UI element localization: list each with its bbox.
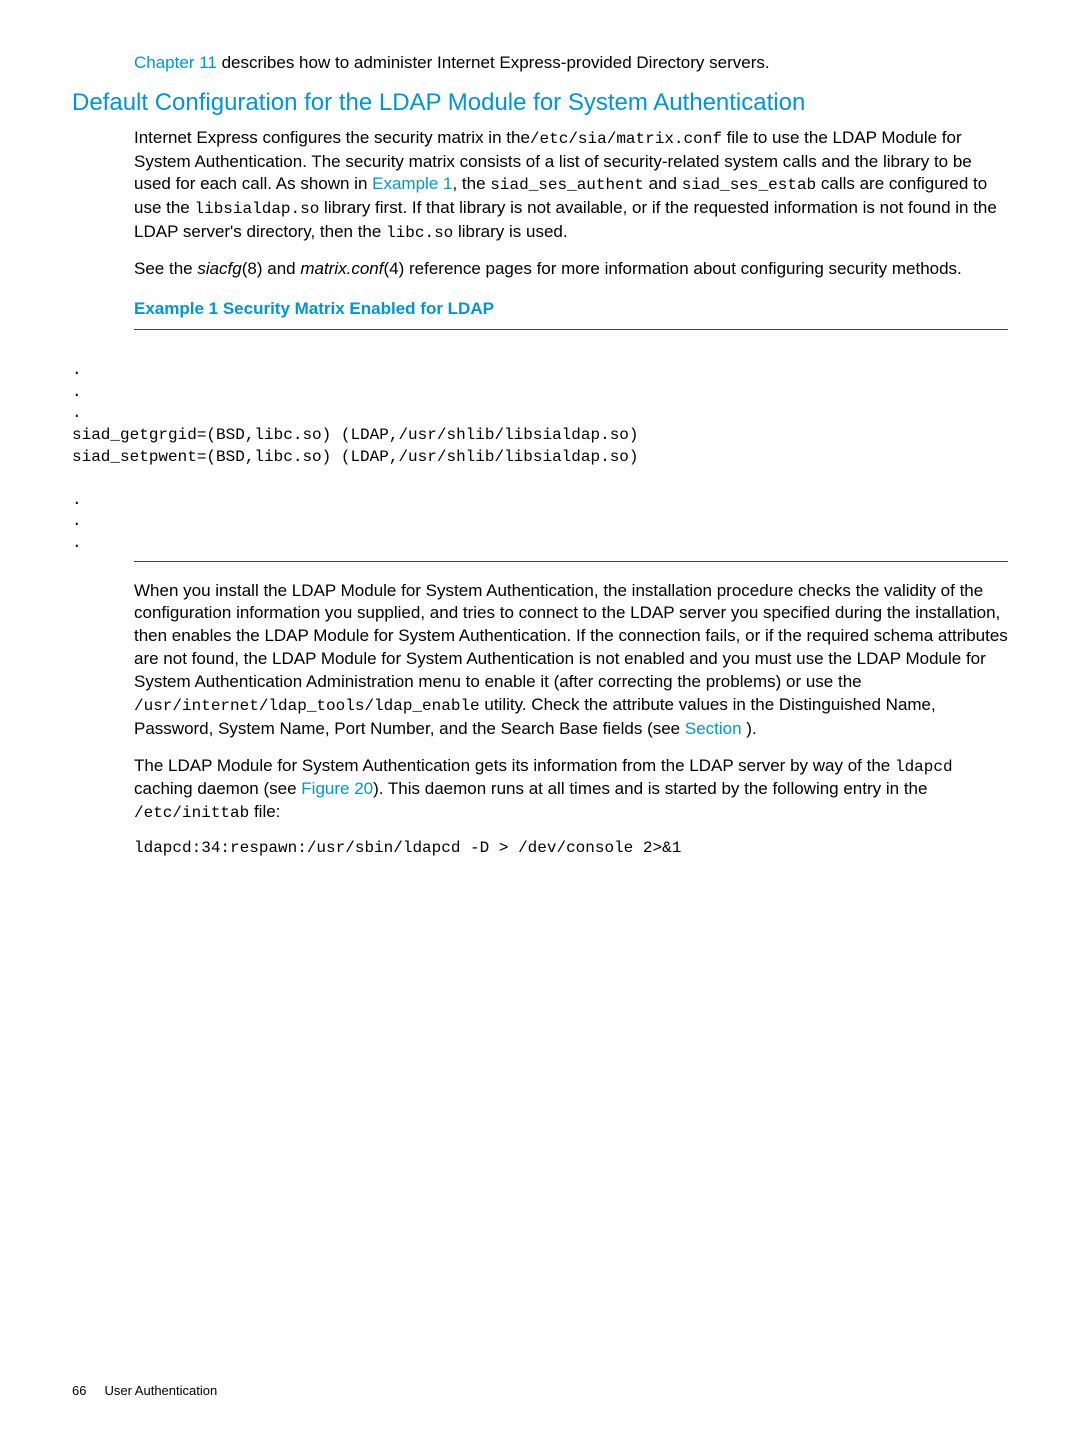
code-line: ldapcd:34:respawn:/usr/sbin/ldapcd -D > … — [72, 839, 1008, 857]
p2-it2: matrix.conf — [300, 259, 383, 278]
p1-t7: library is used. — [453, 222, 567, 241]
p4-code2: /etc/inittab — [134, 804, 249, 822]
p1-t1: Internet Express configures the security… — [134, 128, 530, 147]
p3-t1: When you install the LDAP Module for Sys… — [134, 581, 1008, 692]
p4-t4: file: — [249, 802, 280, 821]
p1-code3: siad_ses_estab — [682, 176, 816, 194]
page-footer: 66 User Authentication — [72, 1383, 217, 1398]
p2-it1: siacfg — [197, 259, 241, 278]
paragraph-1: Internet Express configures the security… — [134, 127, 1008, 244]
p1-t3: , the — [452, 174, 490, 193]
example-heading: Example 1 Security Matrix Enabled for LD… — [134, 299, 1008, 319]
p3-code1: /usr/internet/ldap_tools/ldap_enable — [134, 697, 480, 715]
top-paragraph-rest: describes how to administer Internet Exp… — [217, 53, 770, 72]
example-link[interactable]: Example 1 — [372, 174, 452, 193]
p2-t3: (4) reference pages for more information… — [383, 259, 961, 278]
footer-title: User Authentication — [104, 1383, 217, 1398]
chapter-link[interactable]: Chapter 11 — [134, 53, 217, 72]
page-number: 66 — [72, 1383, 86, 1398]
code-block: . . . siad_getgrgid=(BSD,libc.so) (LDAP,… — [72, 360, 1008, 554]
p1-code2: siad_ses_authent — [490, 176, 644, 194]
p1-t4: and — [644, 174, 682, 193]
p4-code1: ldapcd — [895, 758, 953, 776]
divider-top — [134, 329, 1008, 330]
p4-t2: caching daemon (see — [134, 779, 301, 798]
section-link[interactable]: Section — [685, 719, 746, 738]
top-paragraph: Chapter 11 describes how to administer I… — [134, 52, 1008, 75]
section-heading: Default Configuration for the LDAP Modul… — [72, 89, 1008, 117]
paragraph-4: The LDAP Module for System Authenticatio… — [134, 755, 1008, 825]
paragraph-3: When you install the LDAP Module for Sys… — [134, 580, 1008, 741]
paragraph-2: See the siacfg(8) and matrix.conf(4) ref… — [134, 258, 1008, 281]
p4-t3: ). This daemon runs at all times and is … — [373, 779, 927, 798]
divider-bottom — [134, 561, 1008, 562]
p2-t1: See the — [134, 259, 197, 278]
p4-t1: The LDAP Module for System Authenticatio… — [134, 756, 895, 775]
p3-t3: ). — [746, 719, 756, 738]
p1-code5: libc.so — [386, 224, 453, 242]
figure-link[interactable]: Figure 20 — [301, 779, 373, 798]
p1-code1: /etc/sia/matrix.conf — [530, 130, 722, 148]
p2-t2: (8) and — [242, 259, 301, 278]
p1-code4: libsialdap.so — [195, 200, 320, 218]
